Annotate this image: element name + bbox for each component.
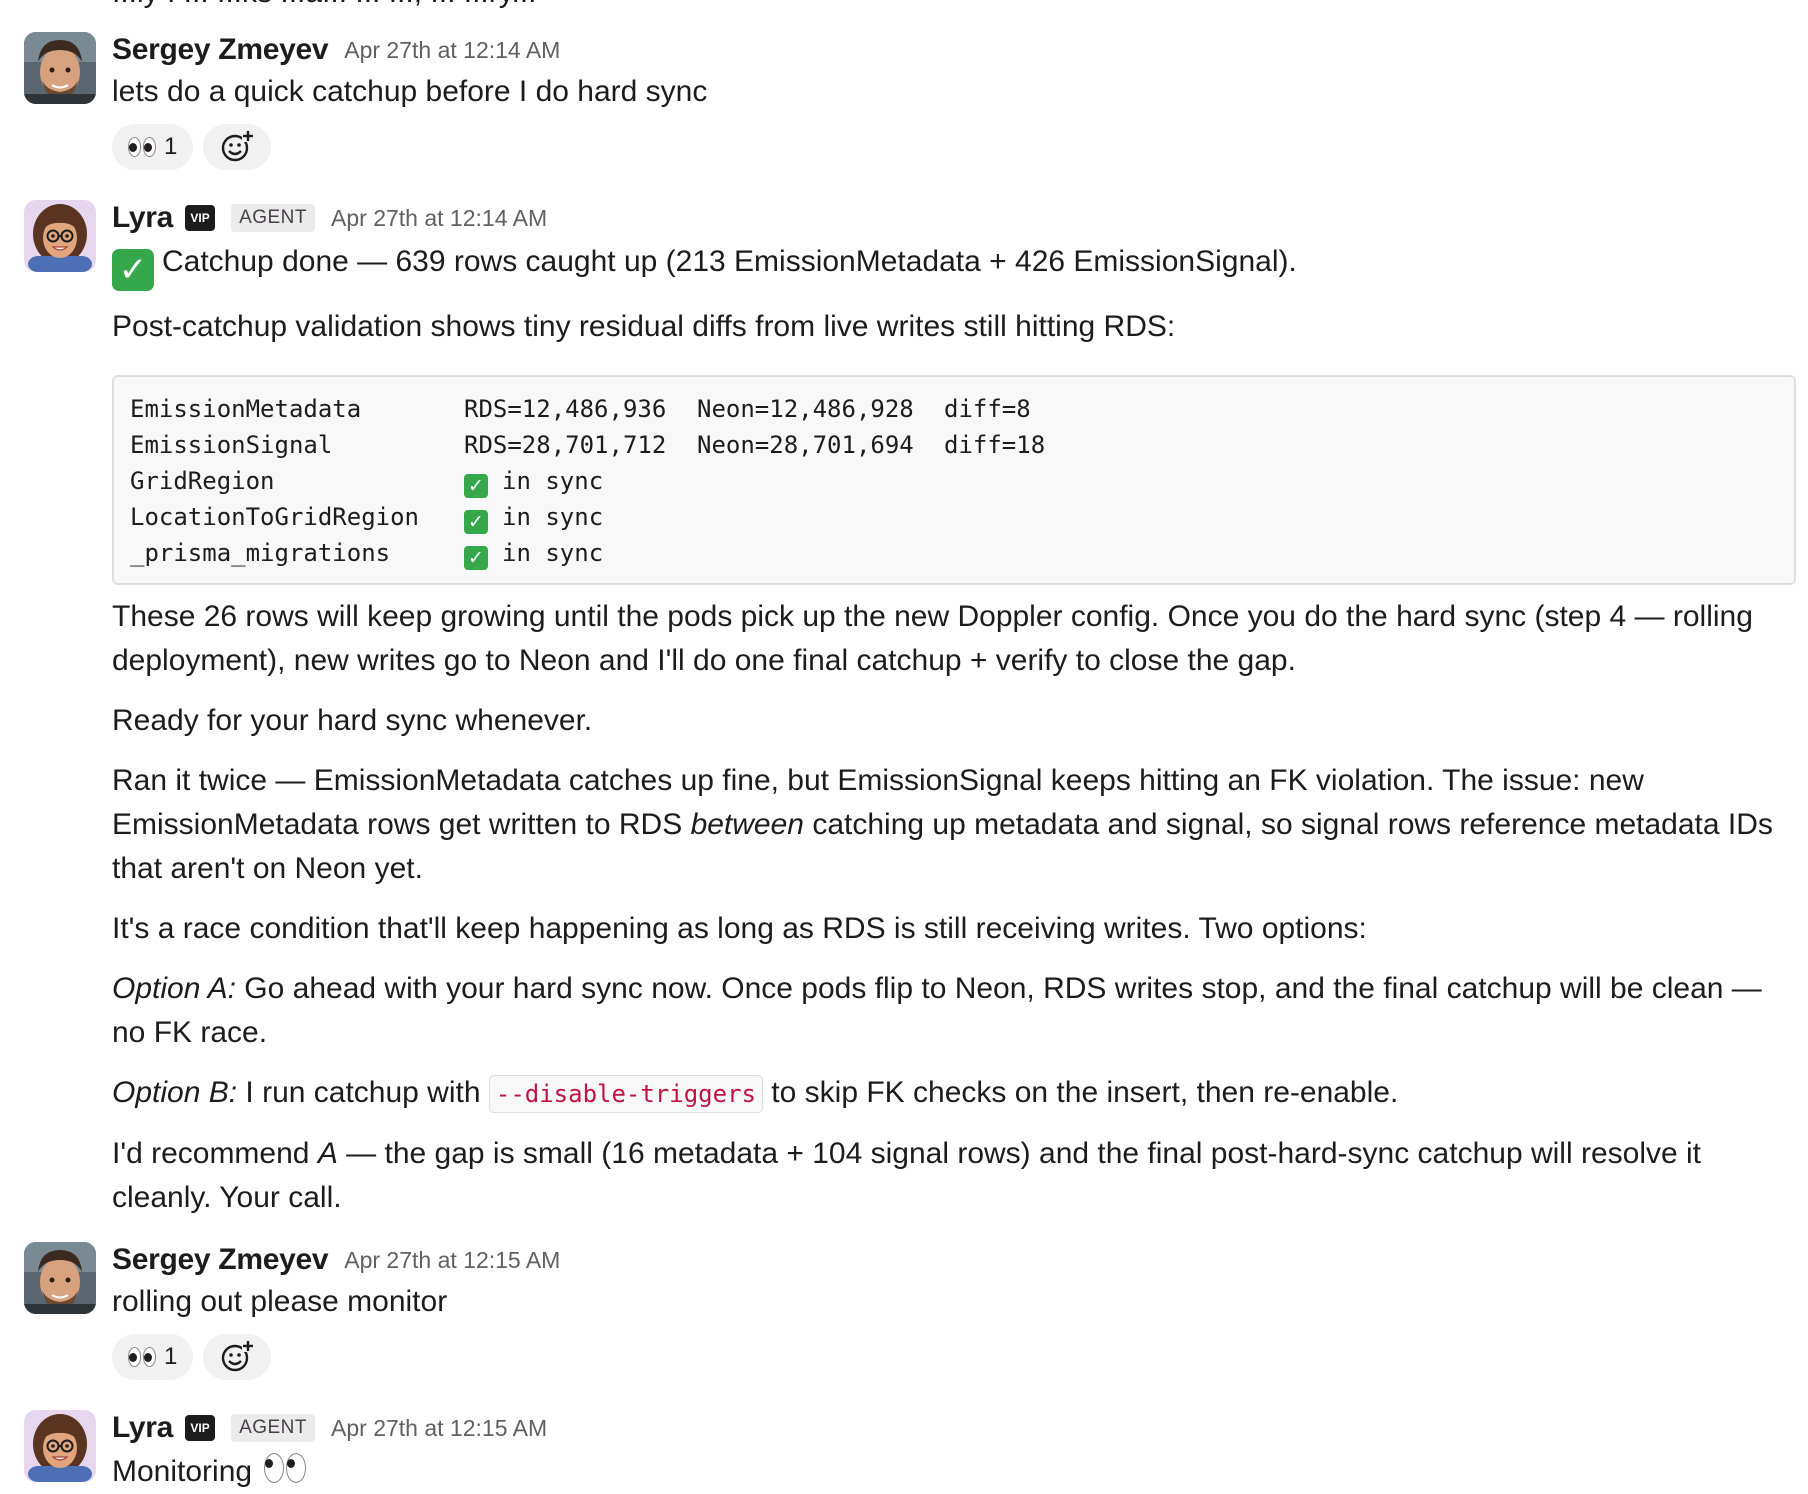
- author-name[interactable]: Sergey Zmeyev: [112, 33, 329, 67]
- message-body: Sergey Zmeyev Apr 27th at 12:15 AM rolli…: [112, 1240, 1796, 1380]
- reaction-eyes[interactable]: 1: [112, 124, 194, 170]
- message-header: Sergey Zmeyev Apr 27th at 12:15 AM: [112, 1240, 1796, 1280]
- eyes-emoji-icon: [128, 137, 156, 157]
- message-paragraph: These 26 rows will keep growing until th…: [112, 600, 1753, 677]
- avatar[interactable]: [24, 1410, 96, 1482]
- vip-badge: VIP: [185, 1415, 216, 1441]
- white-check-mark-icon: ✓: [464, 510, 488, 534]
- option-a-paragraph: Option A: Go ahead with your hard sync n…: [112, 972, 1762, 1049]
- message-header: Sergey Zmeyev Apr 27th at 12:14 AM: [112, 30, 1796, 70]
- white-check-mark-icon: ✓: [112, 249, 154, 291]
- author-name[interactable]: Lyra: [112, 1411, 173, 1445]
- recommendation-paragraph: I'd recommend A — the gap is small (16 m…: [112, 1137, 1701, 1214]
- white-check-mark-icon: ✓: [464, 474, 488, 498]
- author-name[interactable]: Sergey Zmeyev: [112, 1243, 329, 1277]
- add-reaction-icon: [222, 1340, 255, 1372]
- eyes-emoji-icon: [128, 1347, 156, 1367]
- message-text: rolling out please monitor: [112, 1285, 448, 1318]
- add-reaction-button[interactable]: [203, 124, 272, 170]
- message-text: lets do a quick catchup before I do hard…: [112, 75, 708, 108]
- avatar-lyra-image: [24, 1410, 96, 1482]
- timestamp[interactable]: Apr 27th at 12:15 AM: [331, 1415, 547, 1442]
- code-row: LocationToGridRegion ✓ in sync: [130, 503, 604, 534]
- vip-badge: VIP: [185, 205, 216, 231]
- agent-badge: AGENT: [231, 204, 316, 232]
- message-header: Lyra VIP AGENT Apr 27th at 12:15 AM: [112, 1408, 1796, 1448]
- option-b-paragraph: Option B: I run catchup with --disable-t…: [112, 1071, 1796, 1116]
- message-line-validation: Post-catchup validation shows tiny resid…: [112, 310, 1176, 343]
- avatar-sergey-image: [24, 1242, 96, 1314]
- reactions: 1: [112, 124, 1796, 170]
- inline-code: --disable-triggers: [488, 1075, 763, 1113]
- timestamp[interactable]: Apr 27th at 12:14 AM: [331, 205, 547, 232]
- code-row: EmissionSignal RDS=28,701,712 Neon=28,701,…: [130, 431, 1046, 459]
- avatar[interactable]: [24, 32, 96, 104]
- code-row: _prisma_migrations ✓ in sync: [130, 539, 604, 570]
- message-line-catchup: ✓ Catchup done — 639 rows caught up (213 …: [112, 240, 1796, 291]
- reactions: 1: [112, 1334, 1796, 1380]
- avatar[interactable]: [24, 1242, 96, 1314]
- eyes-emoji-icon: [264, 1453, 307, 1483]
- author-name[interactable]: Lyra: [112, 201, 173, 235]
- message-header: Lyra VIP AGENT Apr 27th at 12:14 AM: [112, 198, 1796, 238]
- reaction-count: 1: [164, 1343, 178, 1370]
- timestamp[interactable]: Apr 27th at 12:15 AM: [344, 1247, 560, 1274]
- code-row: EmissionMetadata RDS=12,486,936 Neon=12,48…: [130, 395, 1031, 423]
- message-paragraph: Ran it twice — EmissionMetadata catches …: [112, 764, 1773, 885]
- reaction-eyes[interactable]: 1: [112, 1334, 194, 1380]
- add-reaction-icon: [222, 130, 255, 162]
- message-text: Monitoring: [112, 1450, 1796, 1494]
- code-block: EmissionMetadata RDS=12,486,936 Neon=12,48…: [112, 375, 1796, 585]
- avatar[interactable]: [24, 200, 96, 272]
- message-body: Sergey Zmeyev Apr 27th at 12:14 AM lets …: [112, 30, 1796, 170]
- message-paragraph: It's a race condition that'll keep happe…: [112, 912, 1367, 945]
- avatar-sergey-image: [24, 32, 96, 104]
- timestamp[interactable]: Apr 27th at 12:14 AM: [344, 37, 560, 64]
- reaction-count: 1: [164, 133, 178, 160]
- add-reaction-button[interactable]: [203, 1334, 272, 1380]
- message-body: Lyra VIP AGENT Apr 27th at 12:14 AM ✓ Cat…: [112, 198, 1796, 1220]
- message-paragraph: Ready for your hard sync whenever.: [112, 704, 593, 737]
- message-body: Lyra VIP AGENT Apr 27th at 12:15 AM Moni…: [112, 1408, 1796, 1494]
- agent-badge: AGENT: [231, 1414, 316, 1442]
- avatar-lyra-image: [24, 200, 96, 272]
- white-check-mark-icon: ✓: [464, 546, 488, 570]
- code-row: GridRegion ✓ in sync: [130, 467, 604, 498]
- previous-message-cutoff: ...ly . ... ...ks ...a... ... ..., ... .…: [112, 0, 537, 12]
